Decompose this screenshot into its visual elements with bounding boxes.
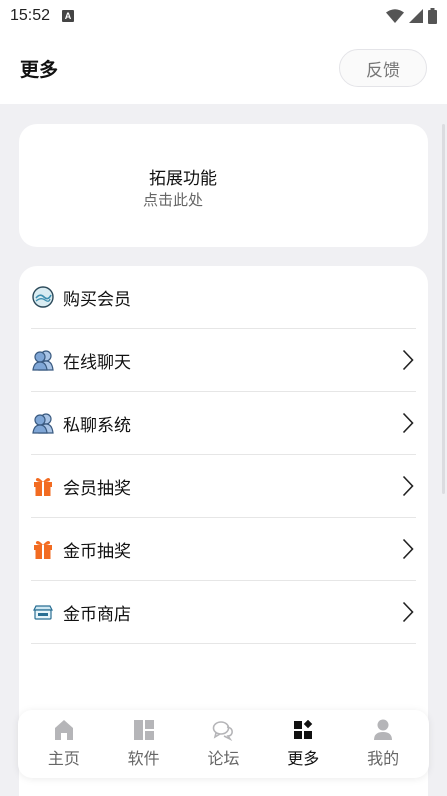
gift-icon	[31, 537, 55, 561]
vip-badge-icon	[31, 285, 55, 309]
status-bar: 15:52 A	[0, 0, 447, 32]
tab-home[interactable]: 主页	[29, 719, 99, 769]
more-grid-icon	[292, 719, 314, 741]
tab-label: 我的	[367, 749, 400, 768]
chat-bubbles-icon	[212, 719, 234, 741]
tab-label: 论坛	[207, 749, 240, 768]
menu-item-private-chat[interactable]: 私聊系统	[31, 392, 416, 455]
header-bar: 更多 反馈	[0, 32, 447, 104]
store-icon	[31, 600, 55, 624]
chevron-right-icon	[400, 537, 416, 561]
gift-icon	[31, 474, 55, 498]
chevron-right-icon	[400, 411, 416, 435]
menu-item-online-chat[interactable]: 在线聊天	[31, 329, 416, 392]
person-icon	[372, 719, 394, 741]
bottom-tab-bar: 主页 软件 论坛 更多 我的	[18, 710, 429, 778]
extension-card[interactable]: 拓展功能 点击此处	[19, 124, 428, 247]
menu-item-vip-lottery[interactable]: 会员抽奖	[31, 455, 416, 518]
tab-mine[interactable]: 我的	[348, 719, 418, 769]
tab-more[interactable]: 更多	[268, 719, 338, 769]
tab-software[interactable]: 软件	[109, 719, 179, 769]
menu-item-label: 金币抽奖	[63, 541, 131, 562]
notification-icon: A	[62, 10, 75, 22]
menu-item-buy-vip[interactable]: 购买会员	[31, 266, 416, 329]
menu-item-coin-store[interactable]: 金币商店	[31, 581, 416, 644]
tab-label: 主页	[47, 749, 80, 768]
menu-item-label: 在线聊天	[63, 352, 131, 373]
menu-item-coin-lottery[interactable]: 金币抽奖	[31, 518, 416, 581]
status-time: 15:52	[10, 7, 51, 24]
menu-item-label: 会员抽奖	[63, 478, 131, 499]
menu-item-label: 购买会员	[63, 289, 131, 310]
users-icon	[31, 411, 55, 435]
page-title: 更多	[20, 58, 59, 81]
tab-forum[interactable]: 论坛	[188, 719, 258, 769]
chevron-right-icon	[400, 348, 416, 372]
menu-item-label: 金币商店	[63, 604, 131, 625]
home-icon	[53, 719, 75, 741]
status-indicators	[386, 8, 437, 24]
apps-grid-icon	[133, 719, 155, 741]
users-icon	[31, 348, 55, 372]
tab-label: 软件	[127, 749, 160, 768]
signal-icon	[409, 9, 423, 23]
feedback-button[interactable]: 反馈	[339, 49, 427, 87]
battery-icon	[428, 8, 437, 24]
menu-item-label: 私聊系统	[63, 415, 131, 436]
chevron-right-icon	[400, 474, 416, 498]
extension-subtitle: 点击此处	[143, 191, 204, 209]
tab-label: 更多	[287, 749, 320, 768]
wifi-icon	[386, 9, 404, 23]
extension-title: 拓展功能	[149, 169, 217, 189]
scrollbar-thumb[interactable]	[442, 124, 445, 494]
chevron-right-icon	[400, 600, 416, 624]
